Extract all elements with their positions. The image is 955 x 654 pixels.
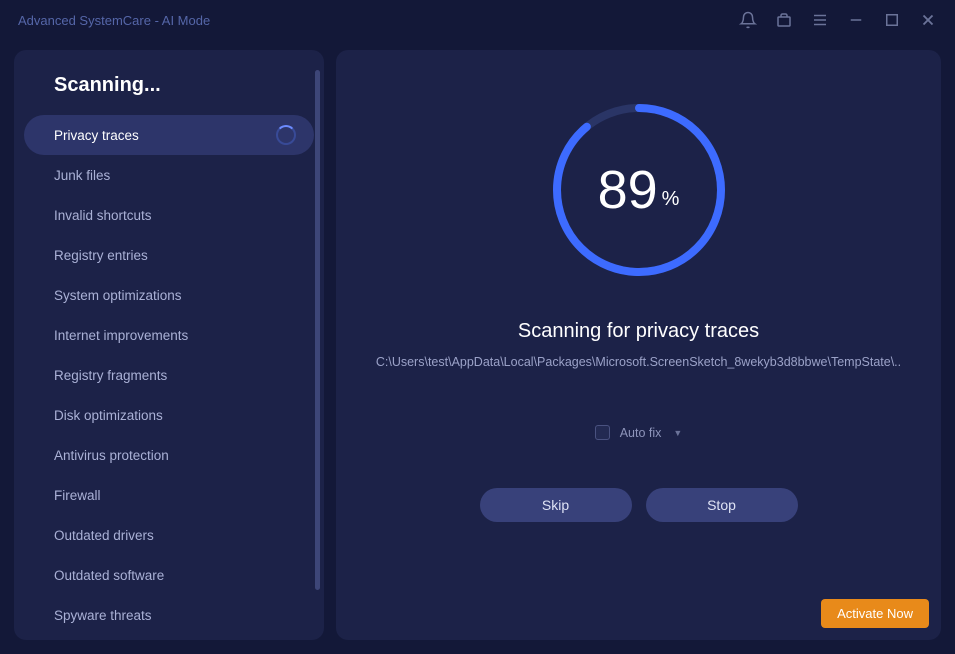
bell-icon[interactable]	[739, 11, 757, 29]
scan-path: C:\Users\test\AppData\Local\Packages\Mic…	[376, 355, 901, 369]
scan-item-label: Privacy traces	[54, 128, 139, 143]
autofix-checkbox[interactable]	[595, 425, 610, 440]
menu-icon[interactable]	[811, 11, 829, 29]
scan-item[interactable]: Disk optimizations	[24, 395, 314, 435]
scan-item[interactable]: Outdated drivers	[24, 515, 314, 555]
scan-item[interactable]: Firewall	[24, 475, 314, 515]
progress-text: 89 %	[549, 100, 729, 280]
autofix-row[interactable]: Auto fix ▼	[595, 425, 683, 440]
titlebar: Advanced SystemCare - AI Mode	[0, 0, 955, 40]
skip-button[interactable]: Skip	[480, 488, 632, 522]
scan-item-label: Antivirus protection	[54, 448, 169, 463]
scan-status: Scanning for privacy traces	[518, 320, 759, 343]
sidebar-scrollbar[interactable]	[315, 70, 320, 590]
scan-item-label: Outdated software	[54, 568, 164, 583]
main-panel: 89 % Scanning for privacy traces C:\User…	[336, 50, 941, 640]
progress-circle: 89 %	[549, 100, 729, 280]
autofix-label: Auto fix	[620, 426, 662, 440]
scan-item[interactable]: Spyware threats	[24, 595, 314, 635]
content-area: Scanning... Privacy traces Junk files Inva…	[0, 40, 955, 654]
scan-item-label: Internet improvements	[54, 328, 188, 343]
scan-item[interactable]: Registry entries	[24, 235, 314, 275]
scan-item[interactable]: Junk files	[24, 155, 314, 195]
scan-item[interactable]: Antivirus protection	[24, 435, 314, 475]
scan-item-label: Firewall	[54, 488, 101, 503]
button-row: Skip Stop	[480, 488, 798, 522]
stop-button[interactable]: Stop	[646, 488, 798, 522]
scan-list: Privacy traces Junk files Invalid shortcut…	[14, 115, 324, 635]
scan-item[interactable]: System optimizations	[24, 275, 314, 315]
scan-item-label: Invalid shortcuts	[54, 208, 152, 223]
titlebar-controls	[739, 11, 937, 29]
scan-item[interactable]: Internet improvements	[24, 315, 314, 355]
scan-item-label: Junk files	[54, 168, 110, 183]
scan-item[interactable]: Registry fragments	[24, 355, 314, 395]
activate-button[interactable]: Activate Now	[821, 599, 929, 628]
scan-item-label: Spyware threats	[54, 608, 152, 623]
minimize-icon[interactable]	[847, 11, 865, 29]
progress-percent-symbol: %	[662, 188, 680, 211]
spinner-icon	[276, 125, 296, 145]
chevron-down-icon[interactable]: ▼	[673, 428, 682, 438]
scan-item-label: Outdated drivers	[54, 528, 154, 543]
progress-number: 89	[598, 159, 658, 221]
sidebar: Scanning... Privacy traces Junk files Inva…	[14, 50, 324, 640]
scan-item-label: Disk optimizations	[54, 408, 163, 423]
scan-item[interactable]: Privacy traces	[24, 115, 314, 155]
box-icon[interactable]	[775, 11, 793, 29]
scan-item[interactable]: Outdated software	[24, 555, 314, 595]
sidebar-heading: Scanning...	[14, 70, 324, 115]
scan-item-label: Registry entries	[54, 248, 148, 263]
scan-item-label: System optimizations	[54, 288, 182, 303]
scan-item-label: Registry fragments	[54, 368, 167, 383]
close-icon[interactable]	[919, 11, 937, 29]
scan-item[interactable]: Invalid shortcuts	[24, 195, 314, 235]
window-title: Advanced SystemCare - AI Mode	[18, 13, 210, 28]
maximize-icon[interactable]	[883, 11, 901, 29]
